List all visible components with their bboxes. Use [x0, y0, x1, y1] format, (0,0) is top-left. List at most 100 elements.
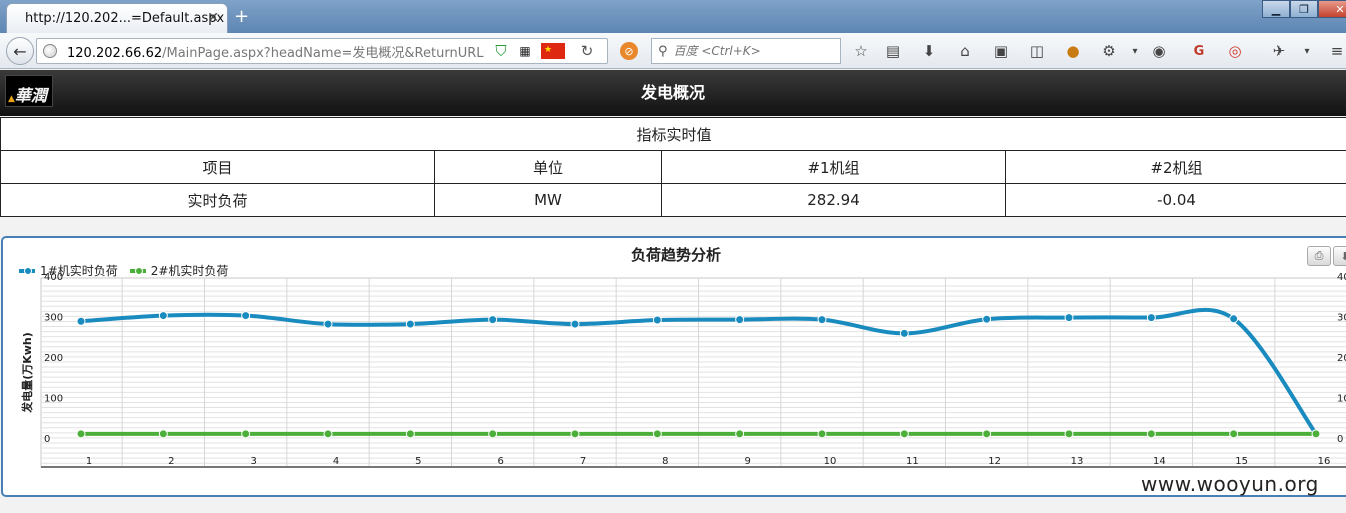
table-row: 实时负荷 MW 282.94 -0.04	[0, 183, 1346, 217]
overflow-chevron-icon[interactable]: ▾	[1298, 42, 1316, 60]
reading-list-icon[interactable]: ▤	[884, 42, 902, 60]
y-tick-label-right: 100	[1337, 394, 1346, 405]
x-tick-label: 13	[1071, 456, 1084, 467]
url-path: /MainPage.aspx?headName=发电概况&ReturnURL=D…	[162, 45, 485, 61]
data-point-series-1	[76, 316, 86, 326]
data-point-series-2	[817, 429, 827, 439]
site-globe-icon	[43, 44, 57, 58]
search-box[interactable]: ⚲	[651, 38, 841, 64]
x-tick-label: 9	[744, 456, 750, 467]
x-tick-label: 3	[250, 456, 256, 467]
page-header: ▲華潤 发电概况	[0, 70, 1346, 116]
sidebar-icon[interactable]: ◫	[1028, 42, 1046, 60]
table-header-unit1: #1机组	[661, 150, 1006, 184]
data-point-series-2	[899, 429, 909, 439]
data-point-series-1	[817, 315, 827, 325]
x-tick-label: 2	[168, 456, 174, 467]
data-point-series-2	[1064, 429, 1074, 439]
x-tick-label: 12	[988, 456, 1001, 467]
maximize-button[interactable]: ❐	[1290, 0, 1318, 18]
x-tick-label: 7	[580, 456, 586, 467]
table-cell-item: 实时负荷	[0, 183, 435, 217]
table-cell-unit2-value: -0.04	[1005, 183, 1346, 217]
record-icon[interactable]: ◎	[1226, 42, 1244, 60]
tab-close-icon[interactable]: ✕	[207, 10, 219, 26]
table-cell-unit1-value: 282.94	[661, 183, 1006, 217]
navigation-toolbar: ← 120.202.66.62/MainPage.aspx?headName=发…	[0, 33, 1346, 69]
address-bar[interactable]: 120.202.66.62/MainPage.aspx?headName=发电概…	[36, 38, 608, 64]
url-text[interactable]: 120.202.66.62/MainPage.aspx?headName=发电概…	[67, 42, 485, 61]
china-flag-icon[interactable]: ★	[541, 43, 565, 59]
page-title: 发电概况	[640, 83, 705, 102]
minimize-button[interactable]: ▁	[1262, 0, 1290, 18]
close-window-button[interactable]: ✕	[1318, 0, 1346, 18]
profile-icon[interactable]: ◉	[1150, 42, 1168, 60]
data-point-series-1	[735, 315, 745, 325]
back-button[interactable]: ←	[6, 37, 34, 65]
search-input[interactable]	[673, 44, 824, 58]
print-chart-button[interactable]: ⎙	[1307, 246, 1331, 266]
legend-item-unit1[interactable]: 1#机实时负荷	[19, 262, 118, 279]
x-tick-label: 1	[86, 456, 92, 467]
data-point-series-2	[323, 429, 333, 439]
table-header-unit2: #2机组	[1005, 150, 1346, 184]
y-tick-label-right: 200	[1337, 353, 1346, 364]
data-point-series-2	[488, 429, 498, 439]
data-point-series-2	[570, 429, 580, 439]
new-tab-icon[interactable]: +	[234, 6, 249, 27]
reload-icon[interactable]: ↻	[579, 42, 595, 60]
data-point-series-1	[899, 328, 909, 338]
chevron-down-icon[interactable]: ▾	[1126, 42, 1144, 60]
x-tick-label: 10	[824, 456, 837, 467]
browser-tab[interactable]: http://120.202...=Default.aspx ✕	[6, 3, 228, 33]
data-point-series-2	[735, 429, 745, 439]
download-icon: ⬇	[1340, 250, 1346, 263]
data-point-series-1	[488, 315, 498, 325]
menu-icon[interactable]: ≡	[1328, 42, 1346, 60]
y-tick-label: 300	[44, 313, 63, 324]
table-header-item: 项目	[0, 150, 435, 184]
y-tick-label-right: 300	[1337, 313, 1346, 324]
y-tick-label-right: 0	[1337, 434, 1343, 445]
settings-gear-icon[interactable]: ⚙	[1100, 42, 1118, 60]
table-cell-unit: MW	[434, 183, 662, 217]
page-content: ▲華潤 发电概况 指标实时值 项目 单位 #1机组 #2机组 实时负荷 MW 2…	[0, 70, 1346, 513]
data-point-series-1	[570, 319, 580, 329]
y-tick-label: 200	[44, 353, 63, 364]
data-point-series-2	[158, 429, 168, 439]
gm-extension-icon[interactable]: G	[1190, 42, 1208, 60]
bookmark-star-icon[interactable]: ☆	[852, 42, 870, 60]
y-tick-label: 100	[44, 394, 63, 405]
watermark: www.wooyun.org	[1141, 472, 1319, 496]
chart-legend: 1#机实时负荷 2#机实时负荷	[19, 262, 228, 279]
search-icon: ⚲	[658, 43, 668, 59]
qr-code-icon[interactable]: ▦	[517, 43, 533, 59]
legend-item-unit2[interactable]: 2#机实时负荷	[129, 262, 228, 279]
table-header-unit: 单位	[434, 150, 662, 184]
browser-tabstrip: http://120.202...=Default.aspx ✕ + ▁ ❐ ✕	[0, 0, 1346, 33]
x-tick-label: 15	[1235, 456, 1248, 467]
history-icon[interactable]: ▣	[992, 42, 1010, 60]
download-icon[interactable]: ⬇	[920, 42, 938, 60]
home-icon[interactable]: ⌂	[956, 42, 974, 60]
legend-label-unit1: 1#机实时负荷	[40, 264, 118, 278]
x-tick-label: 8	[662, 456, 668, 467]
plugin-icon[interactable]: ✈	[1270, 42, 1288, 60]
y-tick-label: 0	[44, 434, 50, 445]
chart-panel: 0010010020020030030040040012345678910111…	[1, 236, 1346, 497]
export-chart-button[interactable]: ⬇	[1333, 246, 1346, 266]
data-point-series-2	[652, 429, 662, 439]
extension-l-icon[interactable]: ●	[1064, 42, 1082, 60]
y-axis-label: 发电量(万Kwh)	[20, 332, 34, 414]
x-tick-label: 11	[906, 456, 919, 467]
realtime-table: 指标实时值 项目 单位 #1机组 #2机组 实时负荷 MW 282.94 -0.…	[0, 117, 1346, 217]
x-tick-label: 6	[497, 456, 503, 467]
shield-icon[interactable]: ⛉	[493, 42, 509, 60]
tab-title: http://120.202...=Default.aspx	[25, 11, 225, 26]
data-point-series-2	[1229, 429, 1239, 439]
y-tick-label-right: 400	[1337, 272, 1346, 283]
adblock-icon[interactable]: ⊘	[620, 42, 638, 60]
back-arrow-icon: ←	[13, 41, 27, 61]
legend-swatch-unit1	[19, 266, 35, 275]
data-point-series-1	[652, 315, 662, 325]
